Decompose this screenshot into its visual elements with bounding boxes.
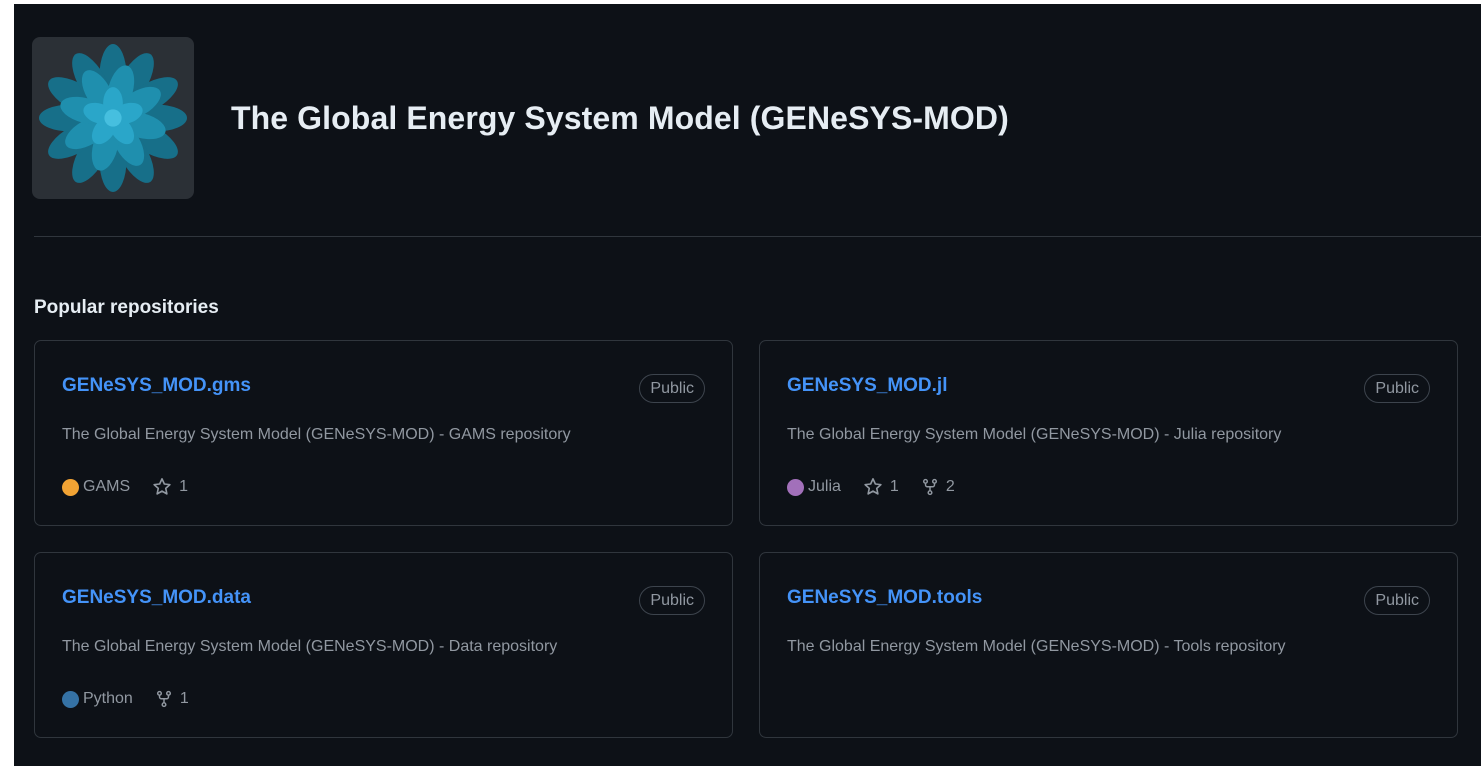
repo-language: Julia <box>787 478 841 496</box>
visibility-badge: Public <box>639 374 705 403</box>
repo-stars[interactable]: 1 <box>863 477 899 497</box>
language-name: Python <box>83 690 133 707</box>
repo-description: The Global Energy System Model (GENeSYS-… <box>62 638 558 655</box>
repo-meta: Julia 1 2 <box>787 475 977 499</box>
language-name: GAMS <box>83 478 131 495</box>
language-color-dot <box>62 690 79 708</box>
repo-name-link[interactable]: GENeSYS_MOD.jl <box>787 375 948 397</box>
language-color-dot <box>62 478 79 496</box>
header-divider <box>34 236 1481 237</box>
repo-card: GENeSYS_MOD.tools Public The Global Ener… <box>759 552 1458 738</box>
visibility-badge: Public <box>1364 586 1430 615</box>
fork-icon <box>922 478 937 496</box>
fork-icon <box>156 690 171 708</box>
repo-name-link[interactable]: GENeSYS_MOD.data <box>62 587 251 609</box>
repo-card: GENeSYS_MOD.gms Public The Global Energy… <box>34 340 733 526</box>
fork-count: 1 <box>179 690 189 707</box>
repo-language: Python <box>62 690 133 708</box>
repo-description: The Global Energy System Model (GENeSYS-… <box>787 638 1286 655</box>
repo-meta: GAMS 1 <box>62 475 210 499</box>
star-icon <box>153 478 171 495</box>
repo-name-link[interactable]: GENeSYS_MOD.tools <box>787 587 982 609</box>
repo-card: GENeSYS_MOD.jl Public The Global Energy … <box>759 340 1458 526</box>
repo-language: GAMS <box>62 478 130 496</box>
repo-description: The Global Energy System Model (GENeSYS-… <box>787 426 1282 443</box>
org-avatar[interactable] <box>32 37 194 199</box>
fork-count: 2 <box>945 478 955 495</box>
star-icon <box>864 478 882 495</box>
language-name: Julia <box>808 478 841 495</box>
language-color-dot <box>787 478 804 496</box>
repo-stars[interactable]: 1 <box>152 477 188 497</box>
repo-name-link[interactable]: GENeSYS_MOD.gms <box>62 375 251 397</box>
star-count: 1 <box>889 478 899 495</box>
repo-forks[interactable]: 2 <box>921 477 955 497</box>
visibility-badge: Public <box>639 586 705 615</box>
popular-repositories-heading: Popular repositories <box>34 297 219 318</box>
repo-forks[interactable]: 1 <box>155 689 189 709</box>
repo-meta: Python 1 <box>62 687 211 711</box>
teal-flower-logo-icon <box>39 44 187 192</box>
star-count: 1 <box>179 478 189 495</box>
org-name: The Global Energy System Model (GENeSYS-… <box>231 99 1009 136</box>
repo-description: The Global Energy System Model (GENeSYS-… <box>62 426 571 443</box>
org-header: The Global Energy System Model (GENeSYS-… <box>32 37 1009 199</box>
visibility-badge: Public <box>1364 374 1430 403</box>
repo-card: GENeSYS_MOD.data Public The Global Energ… <box>34 552 733 738</box>
org-overview-page: The Global Energy System Model (GENeSYS-… <box>14 4 1481 766</box>
